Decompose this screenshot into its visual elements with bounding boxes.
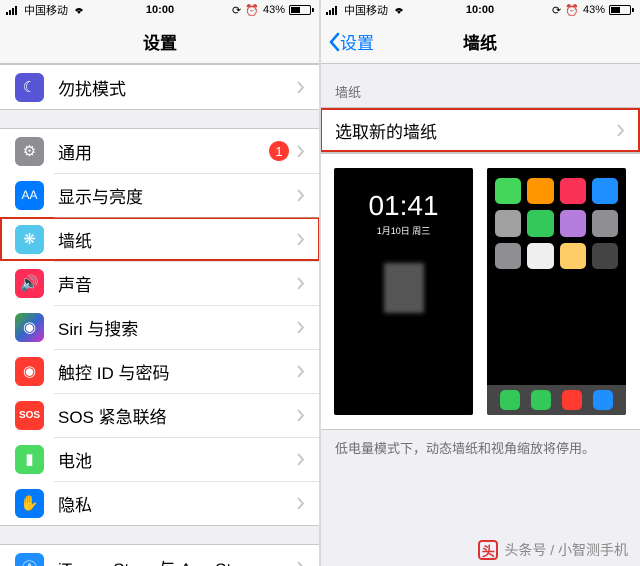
chevron-right-icon xyxy=(297,409,305,422)
chevron-right-icon xyxy=(297,561,305,566)
row-sos[interactable]: SOS SOS 紧急联络 xyxy=(0,393,320,437)
battery-icon xyxy=(289,5,314,15)
appstore-icon: Ⓐ xyxy=(15,553,44,566)
row-wallpaper[interactable]: ❋ 墙纸 xyxy=(0,217,320,261)
watermark: 头 头条号 / 小智测手机 xyxy=(478,540,628,560)
chevron-right-icon xyxy=(297,81,305,94)
clock-label: 10:00 xyxy=(146,4,174,16)
orientation-lock-icon: ⟳ xyxy=(552,4,561,17)
alarm-icon: ⏰ xyxy=(245,4,259,17)
chevron-right-icon xyxy=(297,189,305,202)
battery-pct: 43% xyxy=(583,4,605,16)
dock-app-icon xyxy=(500,390,520,410)
app-icon xyxy=(560,243,586,269)
lock-screen-preview[interactable]: 01:41 1月10日 周三 xyxy=(334,168,473,415)
wifi-icon xyxy=(72,5,86,15)
watermark-icon: 头 xyxy=(478,540,498,560)
carrier-label: 中国移动 xyxy=(24,2,68,18)
row-touchid[interactable]: ◉ 触控 ID 与密码 xyxy=(0,349,320,393)
wifi-icon xyxy=(392,5,406,15)
alarm-icon: ⏰ xyxy=(565,4,579,17)
sos-icon: SOS xyxy=(15,401,44,430)
app-icon xyxy=(592,210,618,236)
clock-label: 10:00 xyxy=(466,4,494,16)
battery-icon xyxy=(609,5,634,15)
app-icon xyxy=(560,178,586,204)
app-icon xyxy=(527,243,553,269)
app-icon xyxy=(527,210,553,236)
app-icon xyxy=(592,178,618,204)
row-sounds[interactable]: 🔊 声音 xyxy=(0,261,320,305)
status-bar: 中国移动 10:00 ⟳ ⏰ 43% xyxy=(0,0,320,20)
navbar: 设置 墙纸 xyxy=(320,20,640,64)
hand-icon: ✋ xyxy=(15,489,44,518)
row-battery[interactable]: ▮ 电池 xyxy=(0,437,320,481)
text-size-icon: AA xyxy=(15,181,44,210)
wallpaper-icon: ❋ xyxy=(15,225,44,254)
navbar: 设置 xyxy=(0,20,320,64)
chevron-right-icon xyxy=(617,124,625,137)
chevron-right-icon xyxy=(297,497,305,510)
siri-icon: ◉ xyxy=(15,313,44,342)
dock-app-icon xyxy=(531,390,551,410)
wallpaper-previews: 01:41 1月10日 周三 xyxy=(320,153,640,430)
footer-note: 低电量模式下，动态墙纸和视角缩放将停用。 xyxy=(320,430,640,465)
row-privacy[interactable]: ✋ 隐私 xyxy=(0,481,320,525)
chevron-right-icon xyxy=(297,321,305,334)
chevron-right-icon xyxy=(297,233,305,246)
row-siri[interactable]: ◉ Siri 与搜索 xyxy=(0,305,320,349)
chevron-right-icon xyxy=(297,453,305,466)
chevron-right-icon xyxy=(297,145,305,158)
wallpaper-screen: 中国移动 10:00 ⟳ ⏰ 43% 设置 墙纸 墙纸 选取新的墙纸 xyxy=(320,0,640,566)
row-general[interactable]: ⚙ 通用 1 xyxy=(0,129,320,173)
chevron-right-icon xyxy=(297,277,305,290)
section-header: 墙纸 xyxy=(320,64,640,107)
battery-pct: 43% xyxy=(263,4,285,16)
status-bar: 中国移动 10:00 ⟳ ⏰ 43% xyxy=(320,0,640,20)
battery-icon: ▮ xyxy=(15,445,44,474)
app-icon xyxy=(592,243,618,269)
orientation-lock-icon: ⟳ xyxy=(232,4,241,17)
fingerprint-icon: ◉ xyxy=(15,357,44,386)
dock-app-icon xyxy=(593,390,613,410)
badge: 1 xyxy=(269,141,289,161)
screen-divider xyxy=(319,0,321,566)
settings-screen: 中国移动 10:00 ⟳ ⏰ 43% 设置 ☾ 勿扰模式 xyxy=(0,0,320,566)
dock-app-icon xyxy=(562,390,582,410)
gear-icon: ⚙ xyxy=(15,137,44,166)
app-icon xyxy=(527,178,553,204)
signal-icon xyxy=(326,5,340,15)
row-display[interactable]: AA 显示与亮度 xyxy=(0,173,320,217)
page-title: 设置 xyxy=(143,29,177,54)
signal-icon xyxy=(6,5,20,15)
carrier-label: 中国移动 xyxy=(344,2,388,18)
app-icon xyxy=(495,243,521,269)
page-title: 墙纸 xyxy=(463,29,497,54)
lock-date: 1月10日 周三 xyxy=(377,224,431,237)
lock-time: 01:41 xyxy=(368,190,438,222)
row-choose-wallpaper[interactable]: 选取新的墙纸 xyxy=(320,108,640,152)
app-icon xyxy=(495,178,521,204)
speaker-icon: 🔊 xyxy=(15,269,44,298)
app-icon xyxy=(560,210,586,236)
chevron-right-icon xyxy=(297,365,305,378)
moon-icon: ☾ xyxy=(15,73,44,102)
back-button[interactable]: 设置 xyxy=(328,29,374,54)
app-icon xyxy=(495,210,521,236)
home-screen-preview[interactable] xyxy=(487,168,626,415)
lock-wallpaper-image xyxy=(384,263,424,313)
row-itunes[interactable]: Ⓐ iTunes Store 与 App Store xyxy=(0,545,320,566)
row-dnd[interactable]: ☾ 勿扰模式 xyxy=(0,65,320,109)
